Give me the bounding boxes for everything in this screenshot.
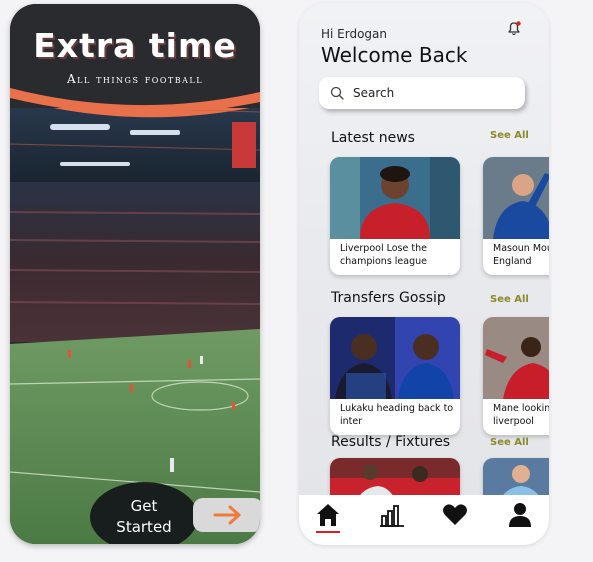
see-all-results-fixtures[interactable]: See All [490, 437, 529, 448]
news-card-caption: Liverpool Lose the champions league [340, 243, 427, 267]
stats-icon[interactable] [378, 501, 406, 529]
news-card-image [483, 157, 549, 239]
home-screen: Hi Erdogan Welcome Back Search Latest ne… [299, 3, 549, 545]
news-card-image [330, 317, 460, 399]
section-title-latest-news: Latest news [331, 130, 415, 146]
get-started-label: Get Started [116, 497, 172, 536]
splash-screen: Extra time All things football Get Start… [10, 4, 260, 544]
search-bar[interactable]: Search [319, 77, 525, 109]
news-card[interactable]: Lukaku heading back to inter [330, 317, 460, 435]
news-card-caption: Mane looking to leave liverpool [493, 403, 549, 427]
get-started-button[interactable]: Get Started [90, 482, 198, 544]
heart-icon[interactable] [441, 501, 469, 529]
greeting-text: Hi Erdogan [321, 27, 388, 41]
see-all-latest-news[interactable]: See All [490, 130, 529, 141]
news-card-image [483, 317, 549, 399]
active-tab-indicator [316, 531, 340, 533]
home-icon[interactable] [314, 501, 342, 529]
news-card-caption: Masoun Mount for England [493, 243, 549, 267]
profile-icon[interactable] [506, 501, 534, 529]
arrow-right-icon [213, 505, 241, 525]
search-placeholder: Search [353, 86, 395, 100]
app-subtitle: All things football [66, 72, 204, 86]
notification-bell-icon[interactable] [505, 19, 523, 37]
search-icon [330, 86, 344, 100]
news-card[interactable]: Masoun Mount for England [483, 157, 549, 275]
next-arrow-button[interactable] [193, 498, 260, 532]
bottom-nav [299, 495, 549, 545]
section-title-transfers-gossip: Transfers Gossip [331, 290, 446, 306]
app-title: Extra time [33, 26, 237, 65]
header-orange-stripe [10, 88, 260, 110]
news-card[interactable]: Liverpool Lose the champions league [330, 157, 460, 275]
see-all-transfers-gossip[interactable]: See All [490, 294, 529, 305]
news-card[interactable]: Mane looking to leave liverpool [483, 317, 549, 435]
news-card-image [330, 157, 460, 239]
welcome-title: Welcome Back [321, 43, 468, 67]
section-title-results-fixtures: Results / Fixtures [331, 434, 451, 450]
news-card-caption: Lukaku heading back to inter [340, 403, 454, 427]
